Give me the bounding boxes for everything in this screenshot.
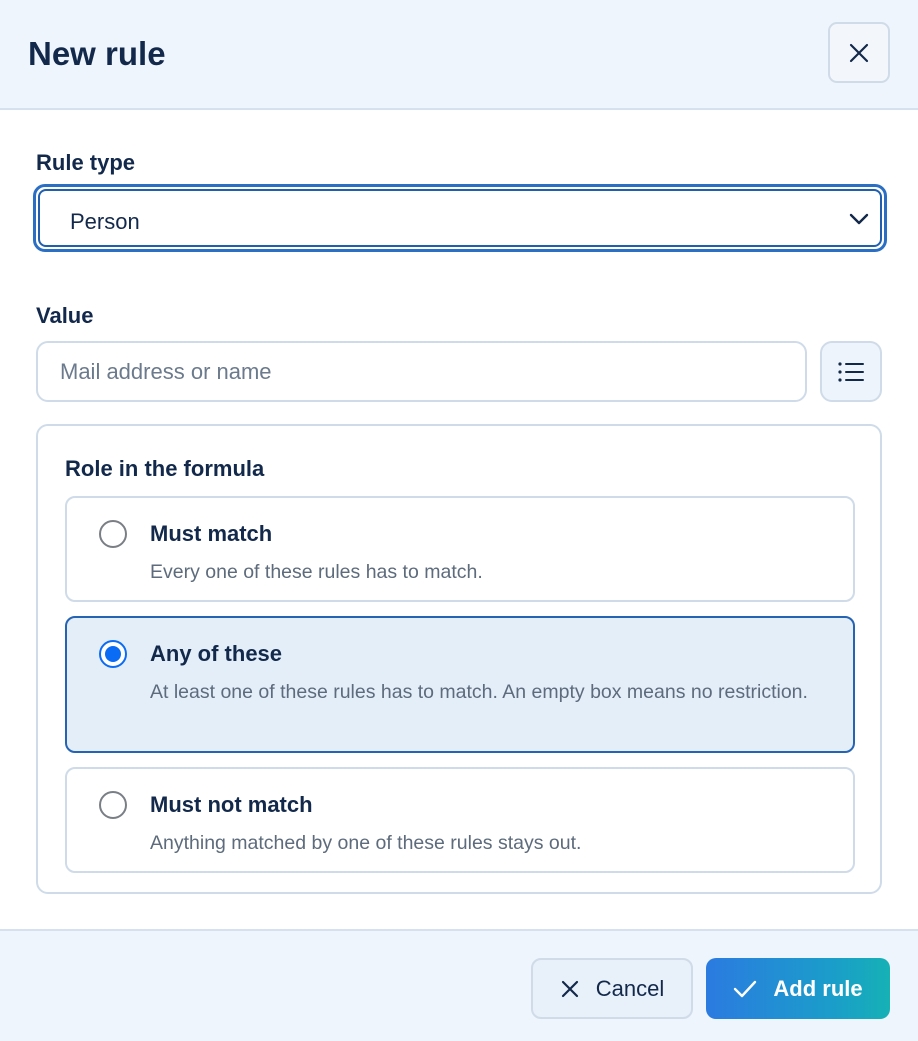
cancel-button[interactable]: Cancel bbox=[531, 958, 693, 1019]
option-must-not-match[interactable]: Must not match Anything matched by one o… bbox=[65, 767, 855, 873]
dialog-footer: Cancel Add rule bbox=[0, 929, 918, 1041]
role-title: Role in the formula bbox=[65, 456, 265, 481]
cancel-label: Cancel bbox=[595, 975, 665, 1001]
add-rule-button[interactable]: Add rule bbox=[706, 958, 890, 1019]
value-label: Value bbox=[36, 303, 94, 328]
rule-type-selected-value: Person bbox=[70, 209, 140, 234]
option-title: Any of these bbox=[150, 641, 283, 666]
option-any-of-these[interactable]: Any of these At least one of these rules… bbox=[65, 616, 855, 753]
add-rule-label: Add rule bbox=[773, 975, 863, 1001]
role-fieldset: Role in the formula Must match Every one… bbox=[36, 424, 882, 894]
option-must-match[interactable]: Must match Every one of these rules has … bbox=[65, 496, 855, 602]
dialog-header: New rule bbox=[0, 0, 918, 110]
option-description: Every one of these rules has to match. bbox=[150, 561, 483, 583]
rule-type-label: Rule type bbox=[36, 150, 136, 175]
dialog-title: New rule bbox=[28, 35, 166, 72]
x-icon bbox=[561, 980, 578, 997]
list-button[interactable] bbox=[820, 341, 882, 402]
rule-type-select[interactable]: Person bbox=[33, 184, 887, 252]
value-input[interactable] bbox=[36, 341, 807, 402]
option-title: Must match bbox=[150, 521, 273, 546]
option-description: At least one of these rules has to match… bbox=[150, 681, 808, 703]
list-icon bbox=[838, 361, 864, 382]
radio-must-match[interactable] bbox=[99, 520, 127, 548]
close-button[interactable] bbox=[828, 22, 890, 83]
chevron-down-icon bbox=[849, 213, 869, 225]
radio-must-not-match[interactable] bbox=[99, 791, 127, 819]
close-icon bbox=[849, 43, 869, 62]
option-description: Anything matched by one of these rules s… bbox=[150, 832, 582, 854]
radio-any-of-these[interactable] bbox=[99, 640, 127, 668]
rule-type-select-inner[interactable]: Person bbox=[38, 189, 882, 247]
new-rule-dialog: New rule Rule type Person Value Role in … bbox=[0, 0, 918, 1041]
option-title: Must not match bbox=[150, 792, 313, 817]
check-icon bbox=[734, 980, 757, 997]
